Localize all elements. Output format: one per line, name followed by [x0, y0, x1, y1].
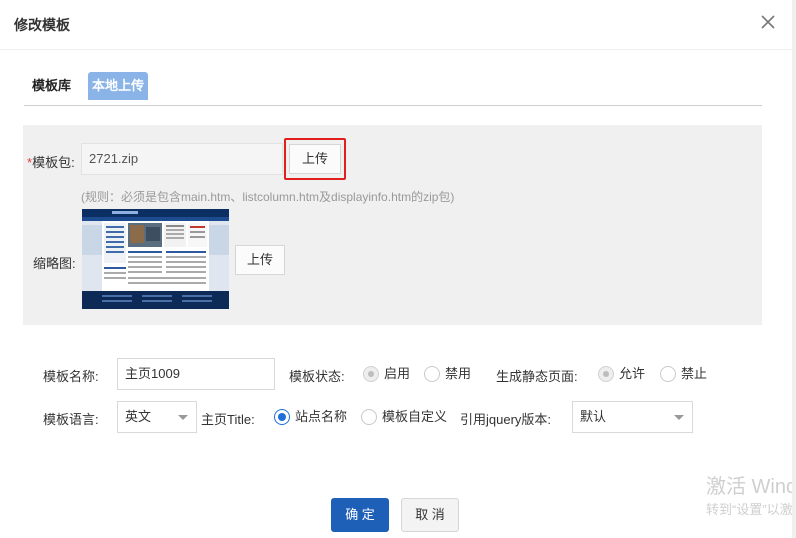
homepage-title-label: 主页Title: — [201, 412, 255, 427]
title-radio-site-name-label: 站点名称 — [295, 409, 348, 424]
jquery-version-label: 引用jquery版本: — [460, 412, 552, 427]
thumbnail-label: 缩略图: — [33, 256, 76, 271]
thumbnail-preview-image — [82, 209, 229, 309]
package-file-input[interactable]: 2721.zip — [81, 143, 283, 175]
dialog-title: 修改模板 — [14, 17, 70, 33]
window-edge — [792, 0, 796, 538]
template-language-label: 模板语言: — [43, 412, 99, 427]
tab-bar: 模板库 本地上传 — [24, 72, 762, 106]
template-status-label: 模板状态: — [289, 369, 345, 384]
status-radio-disable-label: 禁用 — [445, 366, 472, 381]
watermark-line2: 转到“设置”以激活 Windows。 — [706, 502, 792, 517]
package-rule-hint: (规则：必须是包含main.htm、listcolumn.htm及display… — [81, 190, 455, 204]
package-label: *模板包: — [27, 152, 75, 171]
template-language-value: 英文 — [125, 409, 152, 424]
chevron-down-icon — [674, 415, 684, 420]
status-radio-enable-label: 启用 — [384, 366, 411, 381]
radio-dot-icon — [660, 366, 676, 382]
watermark-line1: 激活 Windows — [706, 476, 792, 498]
static-page-label: 生成静态页面: — [496, 369, 578, 384]
radio-dot-icon — [274, 409, 290, 425]
confirm-button[interactable]: 确 定 — [331, 498, 389, 532]
jquery-version-select[interactable]: 默认 — [572, 401, 693, 433]
jquery-version-value: 默认 — [580, 409, 607, 424]
activation-watermark: 激活 Windows 转到“设置”以激活 Windows。 — [700, 460, 792, 520]
highlight-box — [284, 138, 346, 180]
template-name-input[interactable]: 主页1009 — [117, 358, 275, 390]
chevron-down-icon — [178, 415, 188, 420]
dialog-header: 修改模板 — [0, 0, 796, 50]
close-icon[interactable] — [759, 13, 777, 31]
tab-template-library[interactable]: 模板库 — [32, 72, 71, 100]
static-radio-allow-label: 允许 — [619, 366, 646, 381]
radio-dot-icon — [598, 366, 614, 382]
tab-local-upload[interactable]: 本地上传 — [88, 72, 148, 100]
radio-dot-icon — [363, 366, 379, 382]
static-radio-forbid-label: 禁止 — [681, 366, 708, 381]
radio-dot-icon — [424, 366, 440, 382]
template-language-select[interactable]: 英文 — [117, 401, 197, 433]
cancel-button[interactable]: 取 消 — [401, 498, 459, 532]
thumbnail-upload-button[interactable]: 上传 — [235, 245, 285, 275]
title-radio-custom-label: 模板自定义 — [382, 409, 448, 424]
upload-panel: *模板包: 2721.zip 上传 (规则：必须是包含main.htm、list… — [23, 125, 762, 325]
package-label-text: 模板包: — [32, 155, 75, 170]
template-name-label: 模板名称: — [43, 369, 99, 384]
radio-dot-icon — [361, 409, 377, 425]
